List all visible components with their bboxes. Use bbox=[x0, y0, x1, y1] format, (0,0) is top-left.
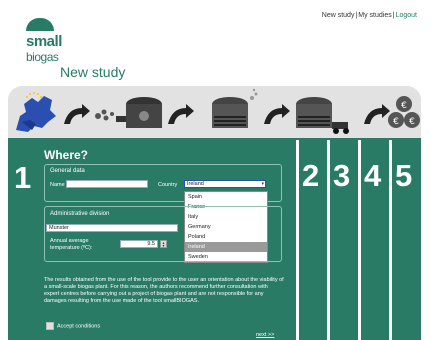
smallbiogas-logo[interactable]: small biogas bbox=[26, 18, 82, 66]
svg-text:€: € bbox=[393, 117, 399, 127]
logo-text-biogas: biogas bbox=[26, 50, 59, 64]
country-option[interactable]: Spain bbox=[185, 192, 267, 202]
temperature-label-line2: temperature (ºC): bbox=[50, 245, 93, 251]
arrow-icon bbox=[168, 104, 194, 124]
name-input[interactable] bbox=[66, 180, 148, 188]
country-selected-value: Ireland bbox=[187, 181, 204, 187]
step-1-number[interactable]: 1 bbox=[14, 160, 31, 196]
new-study-link[interactable]: New study bbox=[322, 12, 355, 19]
arrow-icon bbox=[64, 104, 90, 124]
step-2-column[interactable]: 2 bbox=[296, 140, 329, 340]
transport-icon bbox=[296, 97, 349, 134]
region-selected-value: Munster bbox=[49, 225, 69, 231]
country-select[interactable]: Ireland ▾ bbox=[184, 180, 266, 188]
feedstock-icon bbox=[95, 109, 114, 121]
admin-division-legend: Administrative division bbox=[50, 211, 110, 217]
step-2-number: 2 bbox=[302, 158, 320, 193]
temperature-input[interactable]: 9.5 bbox=[120, 240, 158, 248]
disclaimer-text: The results obtained from the use of the… bbox=[44, 277, 284, 304]
step-4-number: 4 bbox=[364, 158, 382, 193]
process-illustration: € € € bbox=[16, 88, 420, 134]
page-title: New study bbox=[60, 64, 126, 80]
accept-label: Accept conditions bbox=[57, 323, 101, 330]
europe-map-icon bbox=[16, 92, 56, 132]
logout-link[interactable]: Logout bbox=[396, 12, 417, 19]
general-data-legend: General data bbox=[50, 168, 85, 174]
country-label: Country bbox=[158, 182, 178, 188]
step-5-number: 5 bbox=[395, 158, 413, 193]
digester-icon bbox=[116, 97, 162, 128]
step-3-number: 3 bbox=[333, 158, 351, 193]
logo-dome-icon bbox=[26, 18, 54, 31]
logo-text-small: small bbox=[26, 33, 62, 50]
biogas-plant-icon bbox=[212, 88, 258, 128]
arrow-icon bbox=[364, 104, 390, 124]
step-4-column[interactable]: 4 bbox=[358, 140, 389, 340]
section-heading: Where? bbox=[44, 148, 89, 162]
accept-checkbox[interactable] bbox=[46, 322, 54, 330]
temperature-label-line1: Annual average bbox=[50, 238, 89, 244]
svg-text:€: € bbox=[409, 117, 415, 127]
accept-conditions-row[interactable]: Accept conditions bbox=[46, 322, 100, 330]
arrow-icon bbox=[264, 104, 290, 124]
name-label: Name bbox=[50, 182, 65, 188]
temperature-stepper[interactable]: ▴ ▾ bbox=[160, 240, 167, 248]
step-3-column[interactable]: 3 bbox=[327, 140, 358, 340]
region-select[interactable]: Munster bbox=[46, 224, 178, 232]
step-5-column[interactable]: 5 bbox=[389, 140, 422, 340]
stepper-down-icon[interactable]: ▾ bbox=[161, 244, 166, 248]
svg-text:€: € bbox=[401, 101, 407, 111]
my-studies-link[interactable]: My studies bbox=[358, 12, 391, 19]
top-nav: New study|My studies|Logout bbox=[322, 12, 417, 19]
chevron-down-icon[interactable]: ▾ bbox=[261, 181, 264, 188]
money-icon: € € € bbox=[388, 96, 420, 128]
next-link[interactable]: next >> bbox=[256, 332, 274, 338]
